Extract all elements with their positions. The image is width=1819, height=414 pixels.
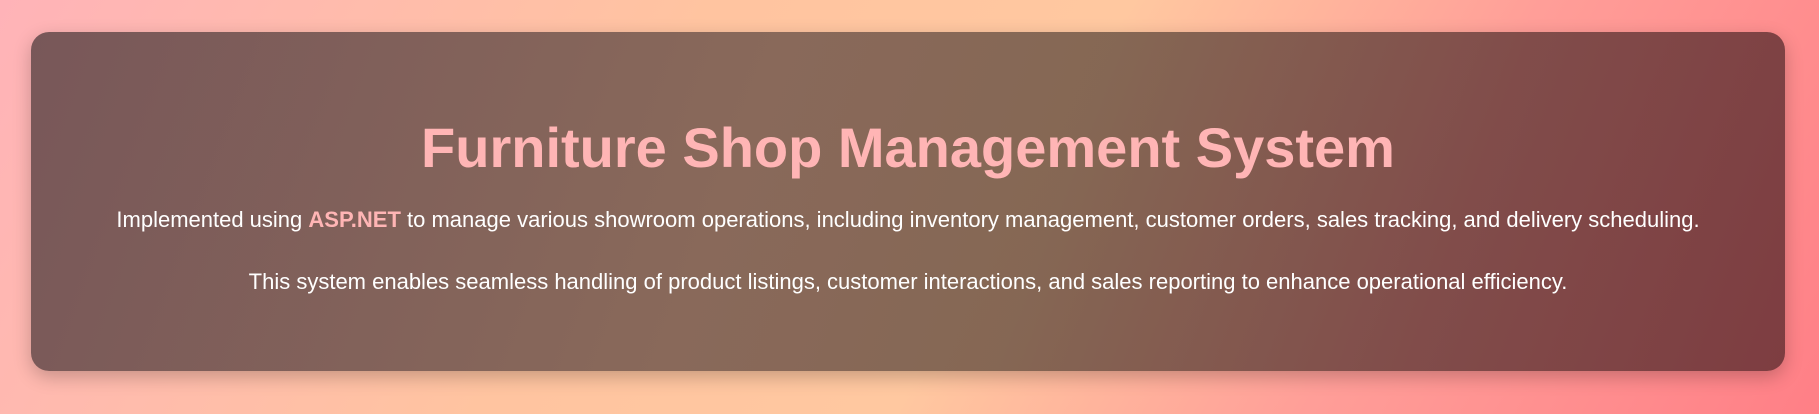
technology-highlight: ASP.NET — [308, 207, 401, 232]
project-title: Furniture Shop Management System — [421, 116, 1395, 179]
project-summary: This system enables seamless handling of… — [248, 269, 1568, 294]
project-card: Furniture Shop Management System Impleme… — [31, 32, 1785, 371]
project-description: Implemented using ASP.NET to manage vari… — [31, 204, 1785, 236]
description-intro-text: Implemented using — [116, 207, 309, 232]
description-rest-text: to manage various showroom operations, i… — [400, 207, 1700, 232]
